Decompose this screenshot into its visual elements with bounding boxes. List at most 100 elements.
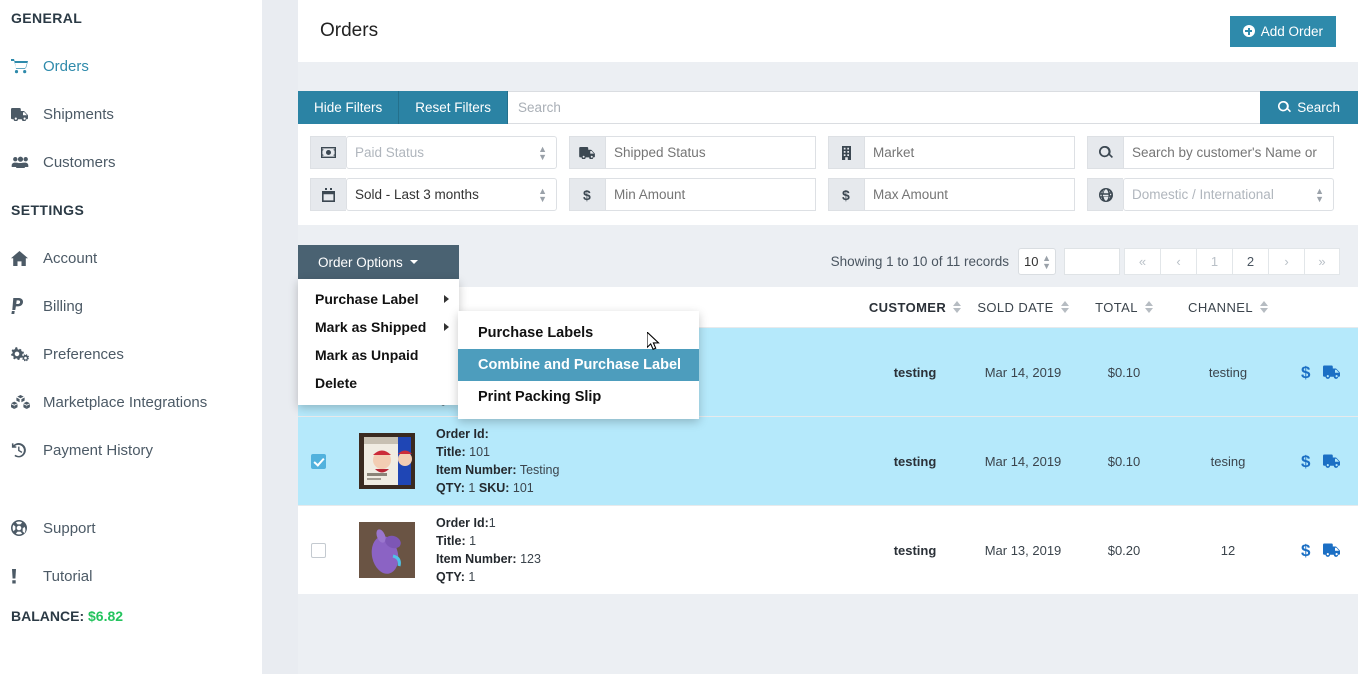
sidebar-item-shipments[interactable]: Shipments: [0, 90, 262, 138]
sidebar-item-label: Shipments: [43, 106, 114, 123]
chevron-updown-icon: ▲▼: [1042, 254, 1051, 270]
market-input[interactable]: [864, 136, 1075, 169]
truck-icon[interactable]: [1323, 454, 1341, 468]
history-icon: [11, 443, 43, 458]
column-header-sold-date[interactable]: SOLD DATE: [970, 300, 1076, 315]
domestic-international-select[interactable]: Domestic / International ▲▼: [1123, 178, 1334, 211]
search-button-label: Search: [1297, 100, 1340, 115]
sold-date-select[interactable]: Sold - Last 3 months ▲▼: [346, 178, 557, 211]
page-header: Orders Add Order: [298, 0, 1358, 62]
pagination-page-2[interactable]: 2: [1232, 248, 1268, 275]
qty-label: QTY:: [436, 481, 465, 495]
pagination-first[interactable]: «: [1124, 248, 1160, 275]
search-input[interactable]: [508, 91, 1260, 124]
header-spacer: [298, 62, 1358, 91]
filter-customer-search: [1087, 136, 1346, 169]
balance-amount: $6.82: [88, 608, 123, 624]
dollar-icon[interactable]: $: [1301, 364, 1312, 381]
submenu-item-print-packing-slip[interactable]: Print Packing Slip: [458, 381, 699, 413]
sidebar-item-account[interactable]: Account: [0, 234, 262, 282]
sidebar-item-payment-history[interactable]: Payment History: [0, 426, 262, 474]
row-checkbox[interactable]: [311, 454, 326, 469]
sidebar-item-customers[interactable]: Customers: [0, 138, 262, 186]
max-amount-input[interactable]: [864, 178, 1075, 211]
pagination-prev[interactable]: ‹: [1160, 248, 1196, 275]
qty-value: 1: [468, 481, 475, 495]
row-sold-date: Mar 14, 2019: [970, 365, 1076, 380]
search-button[interactable]: Search: [1260, 91, 1358, 124]
pagination-page-1[interactable]: 1: [1196, 248, 1232, 275]
add-order-label: Add Order: [1261, 24, 1323, 39]
filter-market: [828, 136, 1087, 169]
shipped-status-input[interactable]: [605, 136, 816, 169]
sku-label: SKU:: [479, 481, 510, 495]
row-total: $0.20: [1076, 543, 1172, 558]
shopping-cart-icon: [11, 59, 43, 74]
menu-item-mark-as-unpaid[interactable]: Mark as Unpaid: [298, 341, 459, 369]
hide-filters-button[interactable]: Hide Filters: [298, 91, 399, 124]
customer-search-input[interactable]: [1123, 136, 1334, 169]
sidebar-item-tutorial[interactable]: Tutorial: [0, 552, 262, 600]
cubes-icon: [11, 395, 43, 410]
row-actions: $: [1284, 542, 1358, 559]
table-row[interactable]: Order Id: Title: 101 Item Number: Testin…: [298, 416, 1358, 505]
sidebar-item-billing[interactable]: Billing: [0, 282, 262, 330]
dollar-icon[interactable]: $: [1301, 453, 1312, 470]
page-title: Orders: [320, 20, 378, 42]
menu-item-delete[interactable]: Delete: [298, 369, 459, 397]
page-jump-input[interactable]: [1064, 248, 1120, 275]
add-order-button[interactable]: Add Order: [1230, 16, 1336, 47]
svg-text:$: $: [583, 188, 591, 202]
row-thumbnail-cell: [338, 522, 436, 578]
paid-status-select[interactable]: Paid Status ▲▼: [346, 136, 557, 169]
column-header-channel[interactable]: CHANNEL: [1172, 300, 1284, 315]
row-sold-date: Mar 14, 2019: [970, 454, 1076, 469]
row-total: $0.10: [1076, 365, 1172, 380]
row-checkbox[interactable]: [311, 543, 326, 558]
row-actions: $: [1284, 364, 1358, 381]
globe-icon: [1087, 178, 1123, 211]
sidebar-item-support[interactable]: Support: [0, 504, 262, 552]
menu-item-label: Mark as Unpaid: [315, 347, 418, 363]
svg-text:$: $: [842, 188, 850, 202]
truck-icon[interactable]: [1323, 365, 1341, 379]
submenu-item-purchase-labels[interactable]: Purchase Labels: [458, 317, 699, 349]
sidebar-item-label: Preferences: [43, 346, 124, 363]
menu-item-label: Mark as Shipped: [315, 319, 426, 335]
sidebar-item-preferences[interactable]: Preferences: [0, 330, 262, 378]
sidebar-item-orders[interactable]: Orders: [0, 42, 262, 90]
menu-item-mark-as-shipped[interactable]: Mark as Shipped: [298, 313, 459, 341]
product-thumbnail[interactable]: [359, 433, 415, 489]
sidebar-item-label: Billing: [43, 298, 83, 315]
filter-min-amount: $: [569, 178, 828, 211]
users-icon: [11, 156, 43, 169]
submenu-item-combine-and-purchase-label[interactable]: Combine and Purchase Label: [458, 349, 699, 381]
sidebar-item-label: Support: [43, 520, 96, 537]
column-header-total[interactable]: TOTAL: [1076, 300, 1172, 315]
sort-icon: [1145, 301, 1153, 313]
dollar-icon: $: [828, 178, 864, 211]
item-number-label: Item Number:: [436, 552, 517, 566]
filter-max-amount: $: [828, 178, 1087, 211]
column-header-customer[interactable]: CUSTOMER: [860, 300, 970, 315]
calendar-icon: [310, 178, 346, 211]
pagination-last[interactable]: »: [1304, 248, 1340, 275]
pagination-next[interactable]: ›: [1268, 248, 1304, 275]
item-number-value: Testing: [520, 463, 560, 477]
filters-row-2: Sold - Last 3 months ▲▼ $ $: [310, 178, 1346, 211]
dollar-icon[interactable]: $: [1301, 542, 1312, 559]
table-toolbar: Order Options Purchase Label Mark as Shi…: [298, 245, 1358, 279]
menu-item-purchase-label[interactable]: Purchase Label: [298, 285, 459, 313]
reset-filters-button[interactable]: Reset Filters: [399, 91, 508, 124]
truck-icon[interactable]: [1323, 543, 1341, 557]
sidebar-item-label: Tutorial: [43, 568, 92, 585]
sidebar-item-marketplace-integrations[interactable]: Marketplace Integrations: [0, 378, 262, 426]
home-icon: [11, 251, 43, 266]
min-amount-input[interactable]: [605, 178, 816, 211]
sidebar-item-label: Orders: [43, 58, 89, 75]
product-thumbnail[interactable]: [359, 522, 415, 578]
order-options-button[interactable]: Order Options: [298, 245, 459, 279]
table-row[interactable]: Order Id:1 Title: 1 Item Number: 123 QTY…: [298, 505, 1358, 594]
showing-records-text: Showing 1 to 10 of 11 records: [831, 254, 1009, 269]
per-page-select[interactable]: 10 ▲▼: [1018, 248, 1056, 275]
